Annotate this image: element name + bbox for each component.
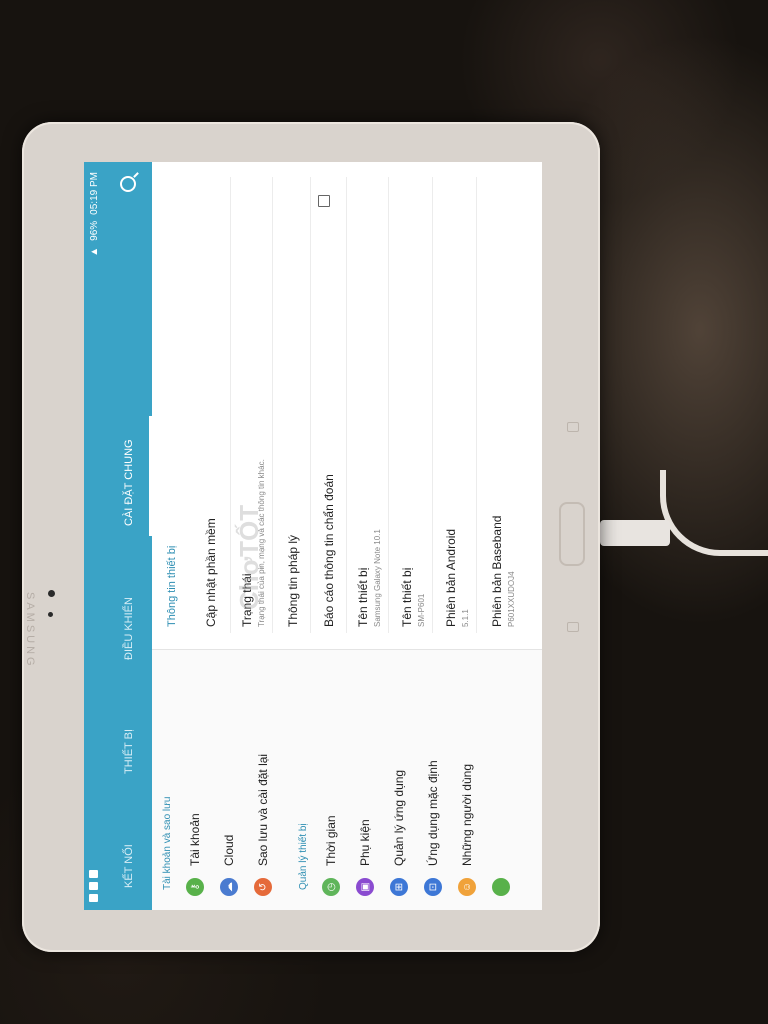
divider [476, 177, 477, 633]
item-title: Phiên bản Android [444, 528, 458, 627]
apps-icon: ⊞ [390, 878, 408, 896]
notification-icons [89, 870, 98, 902]
menu-item-label: Quản lý ứng dụng [392, 769, 406, 866]
menu-item-label: Những người dùng [460, 764, 474, 866]
section-device-management: Quản lý thiết bị [298, 823, 309, 890]
tab-general[interactable]: CÀI ĐẶT CHUNG [106, 404, 152, 548]
battery-level: 96% [89, 220, 100, 241]
menu-item-label: Sao lưu và cài đặt lại [256, 753, 270, 866]
left-menu: Tài khoản và sao lưu ⚷ Tài khoản ☁ Cloud… [152, 650, 542, 910]
divider [230, 177, 231, 633]
diagnostic-checkbox[interactable] [318, 195, 330, 207]
cloud-icon: ☁ [220, 878, 238, 896]
charging-plug [600, 520, 670, 546]
tab-device[interactable]: THIẾT BỊ [106, 682, 152, 796]
search-icon[interactable] [120, 176, 136, 192]
item-software-update[interactable]: Cập nhật phần mềm [204, 201, 218, 627]
brand-logo: SAMSUNG [24, 592, 36, 669]
item-subtitle: SM-P601 [417, 593, 426, 627]
menu-item-users[interactable]: ☺ Những người dùng [452, 764, 482, 896]
signal-icon: ▲ [89, 246, 100, 257]
home-button[interactable] [559, 502, 585, 566]
divider [432, 177, 433, 633]
menu-item-accessories[interactable]: ▣ Phụ kiện [350, 819, 380, 896]
sensor-icon [48, 612, 53, 617]
divider [272, 177, 273, 633]
item-title: Tên thiết bị [356, 567, 370, 627]
section-accounts-backup: Tài khoản và sao lưu [162, 796, 173, 890]
divider [388, 177, 389, 633]
divider [346, 177, 347, 633]
watermark: ChợTỐT [234, 504, 264, 610]
tab-bar: KẾT NỐI THIẾT BỊ ĐIỀU KHIỂN CÀI ĐẶT CHUN… [106, 404, 152, 910]
back-key-icon[interactable] [567, 622, 579, 632]
menu-item-label: Phụ kiện [358, 819, 372, 866]
users-icon: ☺ [458, 878, 476, 896]
menu-key-icon[interactable] [567, 422, 579, 432]
menu-item-label: Cloud [222, 834, 236, 866]
usb-icon [89, 894, 98, 902]
menu-item-accounts[interactable]: ⚷ Tài khoản [180, 813, 210, 896]
status-bar: ▲ 96% 05:19 PM [84, 162, 106, 910]
screen: ▲ 96% 05:19 PM KẾT NỐI THIẾT BỊ ĐIỀU KHI… [84, 162, 542, 910]
app-bar: KẾT NỐI THIẾT BỊ ĐIỀU KHIỂN CÀI ĐẶT CHUN… [106, 162, 152, 910]
menu-item-label: Tài khoản [188, 813, 202, 866]
item-title: Báo cáo thông tin chẩn đoán [322, 474, 336, 627]
menu-item-label: Ứng dụng mặc định [426, 760, 440, 866]
accessory-icon: ▣ [356, 878, 374, 896]
mail-icon [89, 882, 98, 890]
menu-item-app-manager[interactable]: ⊞ Quản lý ứng dụng [384, 770, 414, 896]
tab-controls[interactable]: ĐIỀU KHIỂN [106, 548, 152, 682]
default-apps-icon: ⊡ [424, 878, 442, 896]
menu-item-more[interactable] [486, 878, 516, 896]
menu-item-time[interactable]: ◷ Thời gian [316, 815, 346, 896]
menu-item-default-apps[interactable]: ⊡ Ứng dụng mặc định [418, 760, 448, 896]
clock: 05:19 PM [89, 172, 100, 215]
section-device-info: Thông tin thiết bị [166, 545, 178, 627]
item-title: Thông tin pháp lý [286, 534, 300, 627]
item-baseband-version: Phiên bản Baseband P601XXUDOJ4 [490, 201, 516, 627]
item-title: Phiên bản Baseband [490, 515, 504, 627]
item-subtitle: 5.1.1 [461, 609, 470, 627]
clock-icon: ◷ [322, 878, 340, 896]
menu-item-label: Thời gian [324, 815, 338, 866]
reset-icon: ↺ [254, 878, 272, 896]
item-model-number: Tên thiết bị SM-P601 [400, 201, 426, 627]
divider [310, 177, 311, 633]
tab-connections[interactable]: KẾT NỐI [106, 796, 152, 910]
details-pane: Thông tin thiết bị Cập nhật phần mềm Trạ… [152, 162, 542, 650]
menu-item-backup-reset[interactable]: ↺ Sao lưu và cài đặt lại [248, 754, 278, 896]
settings-notification-icon [89, 870, 98, 878]
key-icon: ⚷ [186, 878, 204, 896]
item-android-version[interactable]: Phiên bản Android 5.1.1 [444, 201, 470, 627]
more-icon [492, 878, 510, 896]
item-title: Tên thiết bị [400, 567, 414, 627]
item-subtitle: P601XXUDOJ4 [507, 571, 516, 627]
item-subtitle: Samsung Galaxy Note 10.1 [373, 529, 382, 627]
item-legal-info[interactable]: Thông tin pháp lý [286, 201, 300, 627]
item-device-name[interactable]: Tên thiết bị Samsung Galaxy Note 10.1 [356, 201, 382, 627]
camera-icon [48, 590, 55, 597]
status-right: ▲ 96% 05:19 PM [89, 172, 100, 257]
item-title: Cập nhật phần mềm [204, 518, 218, 627]
item-diagnostic-report[interactable]: Báo cáo thông tin chẩn đoán [322, 201, 336, 627]
menu-item-cloud[interactable]: ☁ Cloud [214, 835, 244, 896]
settings-app: ▲ 96% 05:19 PM KẾT NỐI THIẾT BỊ ĐIỀU KHI… [84, 162, 542, 910]
